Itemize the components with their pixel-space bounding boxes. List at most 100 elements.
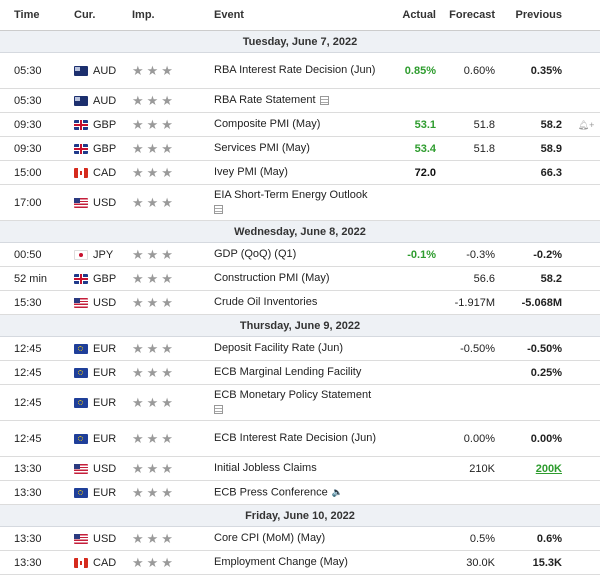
actual-value — [386, 480, 438, 505]
event-cell[interactable]: Composite PMI (May) — [214, 112, 386, 137]
previous-number: -5.068M — [521, 296, 562, 309]
importance-stars-icon: ★★★ — [132, 430, 176, 446]
event-cell[interactable]: RBA Interest Rate Decision (Jun) — [214, 52, 386, 89]
event-row[interactable]: 05:30 AUD ★★★ RBA Rate Statement — [0, 88, 600, 113]
event-name[interactable]: Construction PMI (May) — [214, 272, 330, 284]
usd-flag-icon — [74, 533, 88, 544]
document-icon[interactable] — [214, 405, 223, 415]
event-name[interactable]: Deposit Facility Rate (Jun) — [214, 342, 343, 354]
event-row[interactable]: 05:30 AUD ★★★ RBA Interest Rate Decision (J… — [0, 52, 600, 89]
event-row[interactable]: 17:00 USD ★★★ EIA Short-Term Energy Outlook — [0, 184, 600, 221]
event-row[interactable]: 15:30 USD ★★★ Crude Oil Inventories -1.917M -… — [0, 290, 600, 315]
alert-cell — [572, 184, 600, 221]
add-alert-bell-icon[interactable]: 🔔︎+ — [578, 120, 595, 130]
event-cell[interactable]: Employment Change (May) — [214, 550, 386, 575]
event-name[interactable]: Composite PMI (May) — [214, 118, 320, 130]
event-row[interactable]: 09:30 GBP ★★★ Composite PMI (May) 53.1 51.8 58… — [0, 112, 600, 137]
importance-cell: ★★★ — [132, 420, 214, 457]
event-cell[interactable]: EIA Short-Term Energy Outlook — [214, 184, 386, 221]
event-row[interactable]: 13:30 EUR ★★★ ECB Press Conference 🔈 — [0, 480, 600, 505]
actual-value: -0.1% — [386, 242, 438, 267]
event-cell[interactable]: Core CPI (MoM) (May) — [214, 526, 386, 551]
col-previous-header[interactable]: Previous — [495, 0, 572, 31]
event-name[interactable]: ECB Monetary Policy Statement — [214, 389, 371, 401]
event-cell[interactable]: Construction PMI (May) — [214, 266, 386, 291]
event-row[interactable]: 12:45 EUR ★★★ ECB Monetary Policy Statement — [0, 384, 600, 421]
previous-value: -5.068M — [495, 290, 572, 315]
event-name[interactable]: Core CPI (MoM) (May) — [214, 532, 325, 544]
currency-cell: EUR — [74, 384, 132, 421]
col-forecast-header[interactable]: Forecast — [438, 0, 495, 31]
document-icon[interactable] — [319, 95, 329, 105]
event-name[interactable]: Employment Change (May) — [214, 556, 348, 568]
col-currency-header[interactable]: Cur. — [74, 0, 132, 31]
currency-code: CAD — [93, 556, 117, 569]
event-row[interactable]: 13:30 USD ★★★ Initial Jobless Claims 210K 200… — [0, 456, 600, 481]
event-row[interactable]: 12:45 EUR ★★★ ECB Marginal Lending Facility… — [0, 360, 600, 385]
importance-cell: ★★★ — [132, 88, 214, 113]
currency-cell: CAD — [74, 550, 132, 575]
col-time-header[interactable]: Time — [0, 0, 74, 31]
event-cell[interactable]: ECB Marginal Lending Facility — [214, 360, 386, 385]
event-name[interactable]: EIA Short-Term Energy Outlook — [214, 189, 367, 201]
currency: GBP — [74, 143, 132, 155]
event-name[interactable]: GDP (QoQ) (Q1) — [214, 248, 296, 260]
currency-code: JPY — [93, 248, 114, 261]
forecast-value: -0.3% — [438, 242, 495, 267]
event-name[interactable]: RBA Interest Rate Decision (Jun) — [214, 64, 375, 76]
event-name[interactable]: Initial Jobless Claims — [214, 462, 317, 474]
event-time: 09:30 — [0, 136, 74, 161]
header-row: Time Cur. Imp. Event Actual Forecast Pre… — [0, 0, 600, 31]
event-name[interactable]: ECB Marginal Lending Facility — [214, 366, 361, 378]
event-row[interactable]: 12:45 EUR ★★★ ECB Interest Rate Decision (J… — [0, 420, 600, 457]
event-row[interactable]: 52 min GBP ★★★ Construction PMI (May) 56.6 58… — [0, 266, 600, 291]
event-row[interactable]: 15:00 CAD ★★★ Ivey PMI (May) 72.0 66.3 — [0, 160, 600, 185]
economic-calendar-table: Time Cur. Imp. Event Actual Forecast Pre… — [0, 0, 600, 575]
event-name[interactable]: Services PMI (May) — [214, 142, 310, 154]
event-cell[interactable]: Deposit Facility Rate (Jun) — [214, 336, 386, 361]
importance-stars-icon: ★★★ — [132, 554, 176, 570]
gbp-flag-icon — [74, 119, 88, 130]
col-actual-header[interactable]: Actual — [386, 0, 438, 31]
importance-cell: ★★★ — [132, 526, 214, 551]
col-importance-header[interactable]: Imp. — [132, 0, 214, 31]
event-row[interactable]: 13:30 USD ★★★ Core CPI (MoM) (May) 0.5% 0.6% — [0, 526, 600, 551]
event-row[interactable]: 09:30 GBP ★★★ Services PMI (May) 53.4 51.8 58.… — [0, 136, 600, 161]
previous-number[interactable]: 200K — [536, 463, 562, 475]
event-cell[interactable]: Services PMI (May) — [214, 136, 386, 161]
event-cell[interactable]: ECB Interest Rate Decision (Jun) — [214, 420, 386, 457]
event-cell[interactable]: ECB Press Conference 🔈 — [214, 480, 386, 505]
event-cell[interactable]: RBA Rate Statement — [214, 88, 386, 113]
currency-code: EUR — [93, 342, 117, 355]
event-cell[interactable]: ECB Monetary Policy Statement — [214, 384, 386, 421]
event-cell[interactable]: GDP (QoQ) (Q1) — [214, 242, 386, 267]
event-name[interactable]: Crude Oil Inventories — [214, 296, 317, 308]
event-name[interactable]: ECB Press Conference — [214, 486, 328, 498]
document-icon[interactable] — [214, 205, 223, 215]
event-time: 05:30 — [0, 88, 74, 113]
event-name[interactable]: RBA Rate Statement — [214, 94, 316, 106]
eur-flag-icon — [74, 343, 88, 354]
event-cell[interactable]: Crude Oil Inventories — [214, 290, 386, 315]
currency-code: AUD — [93, 64, 117, 77]
event-name[interactable]: ECB Interest Rate Decision (Jun) — [214, 432, 376, 444]
event-cell[interactable]: Ivey PMI (May) — [214, 160, 386, 185]
currency-cell: GBP — [74, 266, 132, 291]
event-time: 52 min — [0, 266, 74, 291]
event-cell[interactable]: Initial Jobless Claims — [214, 456, 386, 481]
event-row[interactable]: 12:45 EUR ★★★ Deposit Facility Rate (Jun) -0… — [0, 336, 600, 361]
event-time: 05:30 — [0, 52, 74, 89]
currency-cell: GBP — [74, 136, 132, 161]
event-time: 12:45 — [0, 420, 74, 457]
currency-code: EUR — [93, 396, 117, 409]
speaker-icon[interactable]: 🔈 — [332, 485, 343, 500]
col-event-header[interactable]: Event — [214, 0, 386, 31]
eur-flag-icon — [74, 487, 88, 498]
importance-stars-icon: ★★★ — [132, 246, 176, 262]
event-name[interactable]: Ivey PMI (May) — [214, 166, 288, 178]
actual-value — [386, 88, 438, 113]
actual-value — [386, 336, 438, 361]
actual-value — [386, 184, 438, 221]
event-row[interactable]: 13:30 CAD ★★★ Employment Change (May) 30.0K 1… — [0, 550, 600, 575]
event-row[interactable]: 00:50 JPY ★★★ GDP (QoQ) (Q1) -0.1% -0.3% -0.2% — [0, 242, 600, 267]
